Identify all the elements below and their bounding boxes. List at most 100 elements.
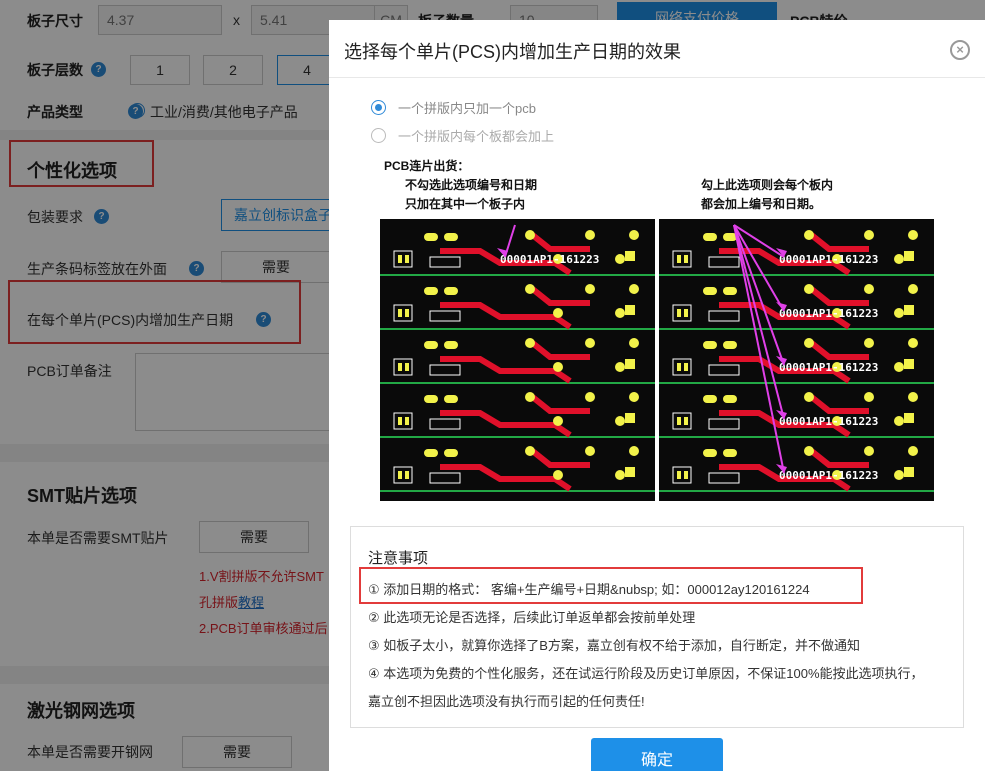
pcb-pad xyxy=(804,230,814,240)
pcb-pad xyxy=(908,284,918,294)
note-5: 嘉立创不担因此选项没有执行而引起的任何责任! xyxy=(368,694,645,709)
note-3: ③ 如板子太小，就算你选择了B方案，嘉立创有权不给于添加，自行断定，并不做通知 xyxy=(368,638,860,653)
option-label: 一个拼版内只加一个pcb xyxy=(398,101,536,116)
pcb-pad xyxy=(908,392,918,402)
pcb-image-every: 00001AP1-161223 00001AP1-161223 00001AP1-1… xyxy=(659,219,934,501)
pcb-pad xyxy=(424,287,438,295)
pcb-pad xyxy=(625,305,635,315)
pcb-pad xyxy=(904,413,914,423)
pcb-silk-box xyxy=(672,466,692,484)
pcb-pad xyxy=(398,309,402,317)
pcb-pad xyxy=(804,392,814,402)
pcb-pad xyxy=(553,470,563,480)
pcb-pad xyxy=(894,362,904,372)
pcb-trace xyxy=(807,446,869,468)
pcb-pad xyxy=(723,341,737,349)
pcb-trace xyxy=(528,446,590,468)
pcb-pad xyxy=(864,284,874,294)
pcb-pad xyxy=(615,308,625,318)
pcb-silk-box xyxy=(429,418,461,430)
pcb-silk-box xyxy=(393,412,413,430)
confirm-button[interactable]: 确定 xyxy=(591,738,723,771)
pcb-pad xyxy=(444,395,458,403)
pcb-pad xyxy=(424,233,438,241)
pcb-silk-box xyxy=(393,466,413,484)
pcb-silk-box xyxy=(429,256,461,268)
pcb-pad xyxy=(625,359,635,369)
pcb-pad xyxy=(585,230,595,240)
radio-unselected-icon[interactable] xyxy=(371,128,386,143)
pcb-silk-box xyxy=(672,412,692,430)
option-label: 一个拼版内每个板都会加上 xyxy=(398,129,555,144)
pcb-silk-box xyxy=(708,256,740,268)
pcb-pad xyxy=(585,338,595,348)
pcb-silk-box xyxy=(672,358,692,376)
pcb-trace xyxy=(528,230,590,252)
close-icon[interactable]: × xyxy=(950,40,970,60)
pcb-code-text: 00001AP1-161223 xyxy=(779,415,878,428)
pcb-pad xyxy=(615,362,625,372)
note-2: ② 此选项无论是否选择，后续此订单返单都会按前单处理 xyxy=(368,610,696,625)
pcb-pad xyxy=(629,230,639,240)
pcb-pad xyxy=(894,254,904,264)
pcb-pad xyxy=(398,471,402,479)
pcb-trace xyxy=(807,230,869,252)
pcb-pad xyxy=(615,416,625,426)
pcb-pad xyxy=(804,284,814,294)
pcb-pad xyxy=(585,392,595,402)
pcb-pad xyxy=(629,284,639,294)
pcb-pad xyxy=(703,449,717,457)
pcb-code-text: 00001AP1-161223 xyxy=(500,253,599,266)
pcb-pad xyxy=(908,230,918,240)
caption-right-1: 勾上此选项则会每个板内 xyxy=(701,178,834,192)
pcb-pad xyxy=(677,417,681,425)
pcb-pad xyxy=(398,363,402,371)
pcb-pad xyxy=(553,362,563,372)
pcb-pad xyxy=(525,392,535,402)
pcb-pad xyxy=(615,470,625,480)
pcb-pad xyxy=(625,251,635,261)
pcb-pad xyxy=(703,395,717,403)
pcb-pad xyxy=(703,287,717,295)
highlight-box xyxy=(359,567,863,604)
pcb-pad xyxy=(629,392,639,402)
pcb-silk-box xyxy=(672,304,692,322)
pcb-code-text: 00001AP1-161223 xyxy=(779,469,878,482)
pcb-pad xyxy=(684,471,688,479)
pcb-pad xyxy=(625,467,635,477)
pcb-silk-box xyxy=(672,250,692,268)
pcb-pad xyxy=(424,395,438,403)
pcb-silk-box xyxy=(429,310,461,322)
pcb-pad xyxy=(553,308,563,318)
option-every-board[interactable]: 一个拼版内每个板都会加上 xyxy=(371,126,554,145)
pcb-pad xyxy=(424,449,438,457)
pcb-pad xyxy=(723,395,737,403)
pcb-pad xyxy=(405,309,409,317)
pcb-pad xyxy=(703,233,717,241)
pcb-pad xyxy=(723,287,737,295)
pcb-pad xyxy=(615,254,625,264)
pcb-pad xyxy=(723,449,737,457)
pcb-pad xyxy=(405,471,409,479)
pcb-pad xyxy=(405,417,409,425)
pcb-trace xyxy=(528,392,590,414)
radio-selected-icon[interactable] xyxy=(371,100,386,115)
pcb-pad xyxy=(398,417,402,425)
pcb-pad xyxy=(525,338,535,348)
pcb-code-text: 00001AP1-161223 xyxy=(779,307,878,320)
pcb-pad xyxy=(894,416,904,426)
pcb-pad xyxy=(444,449,458,457)
pcb-silk-box xyxy=(393,304,413,322)
pcb-pad xyxy=(405,255,409,263)
pcb-pad xyxy=(444,341,458,349)
pcb-pad xyxy=(804,446,814,456)
pcb-code-text: 00001AP1-161223 xyxy=(779,253,878,266)
pcb-pad xyxy=(904,305,914,315)
pcb-pad xyxy=(904,251,914,261)
pcb-silk-box xyxy=(429,364,461,376)
pcb-image-single: 00001AP1-161223 xyxy=(380,219,655,501)
pcb-pad xyxy=(525,446,535,456)
option-one-per-panel[interactable]: 一个拼版内只加一个pcb xyxy=(371,98,536,117)
pcb-silk-box xyxy=(708,418,740,430)
pcb-pad xyxy=(424,341,438,349)
